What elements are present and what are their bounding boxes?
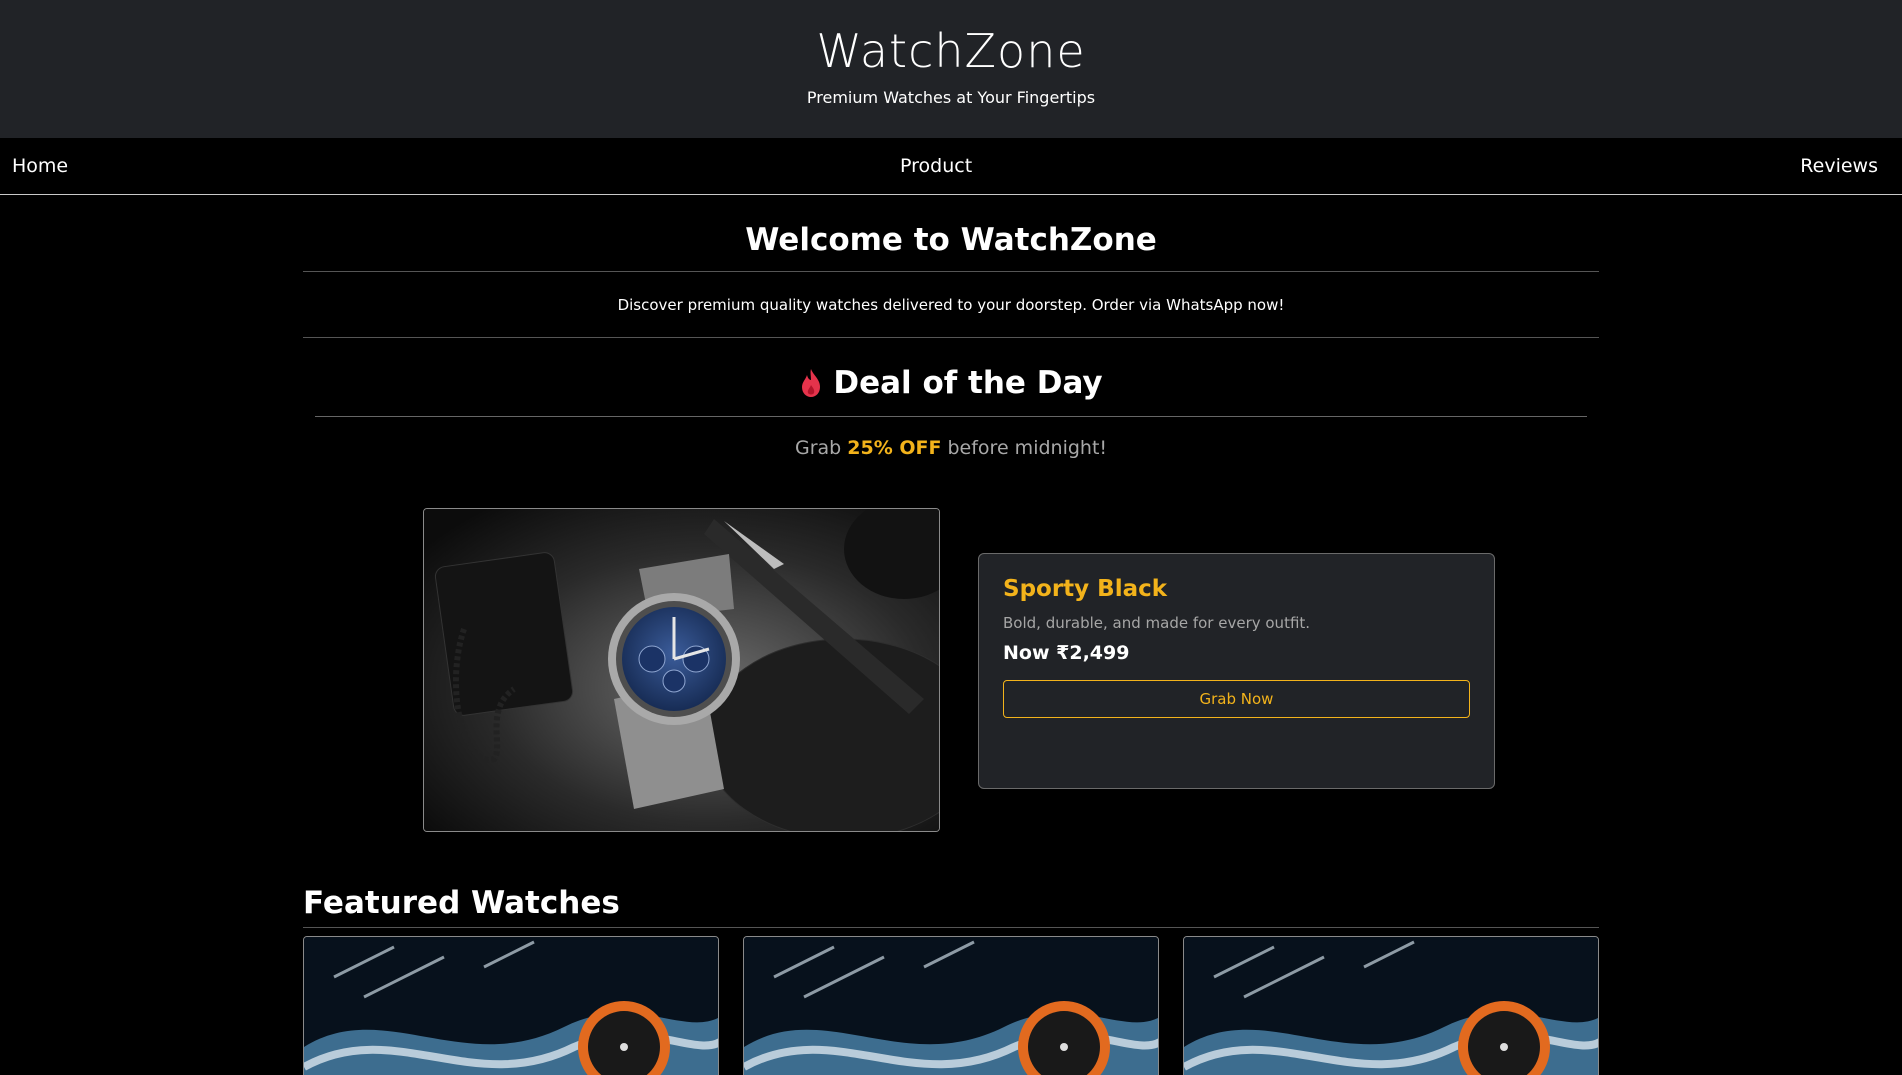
deal-product-price: Now ₹2,499	[1003, 642, 1130, 664]
nav-reviews[interactable]: Reviews	[1800, 155, 1878, 177]
deal-section: Deal of the Day Grab 25% OFF before midn…	[303, 338, 1599, 869]
welcome-title: Welcome to WatchZone	[303, 195, 1599, 272]
deal-card: Sporty Black Bold, durable, and made for…	[978, 553, 1495, 789]
deal-heading: Deal of the Day	[315, 338, 1587, 417]
featured-card[interactable]	[303, 936, 719, 1075]
main-content: Welcome to WatchZone Discover premium qu…	[303, 195, 1599, 1075]
featured-cards	[303, 936, 1599, 1075]
nav-home[interactable]: Home	[12, 155, 68, 177]
grab-now-button[interactable]: Grab Now	[1003, 680, 1470, 718]
watch-photo	[1184, 937, 1598, 1075]
deal-title: Deal of the Day	[833, 365, 1103, 401]
watch-photo	[744, 937, 1158, 1075]
deal-sub-suffix: before midnight!	[941, 437, 1108, 459]
discount-highlight: 25% OFF	[847, 437, 942, 459]
brand-tagline: Premium Watches at Your Fingertips	[806, 88, 1096, 107]
main-nav: Home Product Reviews	[0, 138, 1902, 195]
deal-product-image[interactable]	[423, 508, 940, 832]
nav-product[interactable]: Product	[900, 155, 972, 177]
featured-card[interactable]	[743, 936, 1159, 1075]
deal-subtitle: Grab 25% OFF before midnight!	[303, 437, 1599, 459]
welcome-text: Discover premium quality watches deliver…	[303, 272, 1599, 338]
deal-product-description: Bold, durable, and made for every outfit…	[1003, 614, 1311, 632]
featured-title: Featured Watches	[303, 869, 1599, 928]
fire-icon	[802, 369, 821, 397]
site-header: WatchZone Premium Watches at Your Finger…	[0, 0, 1902, 138]
watch-photo	[424, 509, 939, 831]
brand-title: WatchZone	[816, 24, 1086, 78]
featured-section: Featured Watches	[303, 869, 1599, 1075]
deal-product-name: Sporty Black	[1003, 576, 1168, 602]
featured-card[interactable]	[1183, 936, 1599, 1075]
deal-sub-prefix: Grab	[794, 437, 848, 459]
watch-photo	[304, 937, 718, 1075]
